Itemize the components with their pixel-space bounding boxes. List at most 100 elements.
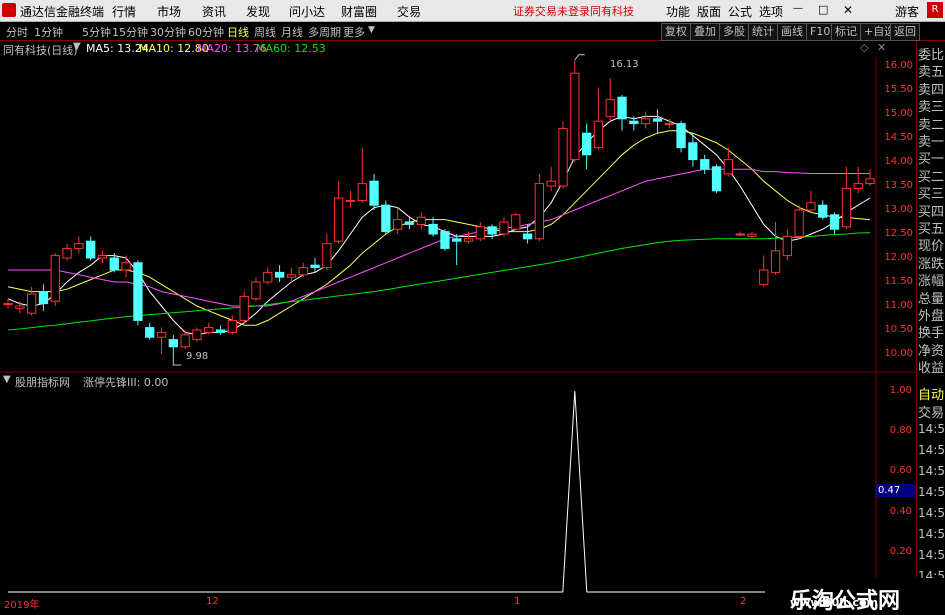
indicator-tick-label: 1.00	[889, 385, 912, 396]
candle	[121, 262, 131, 271]
period-more[interactable]: 更多	[343, 24, 365, 40]
quote-label: 收益	[918, 361, 945, 377]
candle	[522, 233, 533, 240]
candle	[747, 233, 757, 237]
candle	[3, 303, 13, 306]
period-1min[interactable]: 1分钟	[34, 24, 63, 40]
indicator-tick-label: 0.60	[889, 465, 912, 477]
menu-discover[interactable]: 发现	[246, 3, 270, 20]
adjust-button[interactable]: 复权	[661, 23, 691, 41]
candle	[369, 180, 379, 206]
period-30min[interactable]: 30分钟	[150, 24, 186, 40]
candle	[416, 216, 427, 225]
overlay-button[interactable]: 叠加	[690, 23, 720, 41]
trade-label[interactable]: 交易	[918, 402, 945, 421]
candle	[806, 202, 816, 211]
r-badge[interactable]: R	[927, 2, 943, 18]
period-5min[interactable]: 5分钟	[82, 24, 111, 40]
candle	[298, 267, 308, 276]
period-monthly[interactable]: 月线	[281, 24, 303, 40]
menu-formula[interactable]: 公式	[728, 3, 752, 20]
trade-label[interactable]: 自动	[918, 384, 945, 403]
quote-label: 买三	[918, 187, 945, 203]
candle	[251, 281, 261, 300]
price-tick-label: 15.00	[884, 108, 913, 119]
menu-options[interactable]: 选项	[759, 3, 783, 20]
back-button[interactable]: 返回	[890, 23, 920, 41]
price-tick-label: 14.00	[884, 156, 913, 167]
kline-chart[interactable]	[0, 41, 916, 597]
candle	[759, 269, 769, 285]
price-tick-label: 16.00	[884, 60, 913, 71]
guest-label[interactable]: 游客	[895, 3, 919, 20]
period-60min[interactable]: 60分钟	[188, 24, 224, 40]
login-notice[interactable]: 证券交易未登录	[513, 3, 590, 19]
candle	[86, 240, 96, 259]
quote-label: 委比	[918, 48, 945, 63]
menu-wealth[interactable]: 财富圈	[341, 3, 377, 20]
quote-label: 买二	[918, 169, 945, 185]
candle	[334, 197, 344, 242]
menu-news[interactable]: 资讯	[202, 3, 226, 20]
indicator-source: 股朋指标网	[15, 376, 70, 389]
candle	[582, 132, 592, 156]
period-weekly[interactable]: 周线	[254, 24, 276, 40]
price-tick-label: 13.50	[884, 180, 913, 191]
price-tick-label: 12.50	[884, 228, 913, 239]
candle	[794, 209, 804, 237]
price-tick-label: 11.00	[884, 300, 913, 311]
menu-trade[interactable]: 交易	[397, 3, 421, 20]
low-marker	[172, 354, 182, 366]
trade-time: 14:56	[918, 548, 945, 562]
close-icon[interactable]: ✕	[843, 3, 853, 17]
candle	[168, 339, 178, 348]
menu-layout[interactable]: 版面	[697, 3, 721, 20]
menu-ask[interactable]: 问小达	[289, 3, 325, 20]
period-15min[interactable]: 15分钟	[112, 24, 148, 40]
period-multi[interactable]: 多周期	[308, 24, 341, 40]
draw-line-button[interactable]: 画线	[777, 23, 807, 41]
statistics-button[interactable]: 统计	[748, 23, 778, 41]
period-timeshare[interactable]: 分时	[6, 24, 28, 40]
quote-label: 卖一	[918, 135, 945, 150]
maximize-icon[interactable]: □	[818, 3, 828, 16]
candle	[688, 142, 698, 161]
candle	[263, 271, 273, 283]
period-daily[interactable]: 日线	[227, 24, 249, 40]
menu-market[interactable]: 市场	[157, 3, 181, 20]
indicator-tick-label: 0.80	[889, 425, 912, 437]
menu-function[interactable]: 功能	[666, 3, 690, 20]
more-chevron-icon[interactable]: ▼	[368, 25, 375, 35]
minimize-icon[interactable]: —	[793, 3, 803, 14]
candle	[570, 72, 580, 161]
candle	[62, 247, 72, 259]
candle	[723, 159, 734, 175]
quote-label: 涨跌	[918, 256, 945, 272]
candle	[452, 238, 462, 242]
trade-time: 14:56	[918, 506, 945, 520]
multi-stock-button[interactable]: 多股	[719, 23, 749, 41]
menu-quotes[interactable]: 行情	[112, 3, 136, 20]
quote-label: 买五	[918, 222, 945, 237]
price-tick-label: 12.00	[884, 252, 913, 263]
candle	[782, 235, 793, 257]
candle	[204, 327, 214, 333]
price-tick-label: 13.00	[884, 204, 913, 215]
quote-label: 外盘	[918, 309, 945, 324]
candle	[275, 271, 285, 278]
trade-time: 14:56	[918, 464, 945, 478]
quote-label: 涨幅	[918, 274, 945, 290]
candle	[617, 96, 627, 120]
indicator-dropdown-icon[interactable]: ▼	[3, 374, 11, 385]
candle	[593, 120, 604, 149]
candle	[818, 204, 828, 218]
price-tick-label: 14.50	[884, 132, 913, 143]
quote-label: 买一	[918, 152, 945, 168]
notice-stock: 同有科技	[590, 5, 634, 18]
candle	[853, 183, 863, 189]
price-tick-label: 11.50	[884, 276, 913, 287]
indicator-value: 涨停先锋III: 0.00	[83, 376, 169, 389]
mark-button[interactable]: 标记	[831, 23, 861, 41]
candle	[770, 250, 781, 273]
candle	[700, 159, 710, 170]
